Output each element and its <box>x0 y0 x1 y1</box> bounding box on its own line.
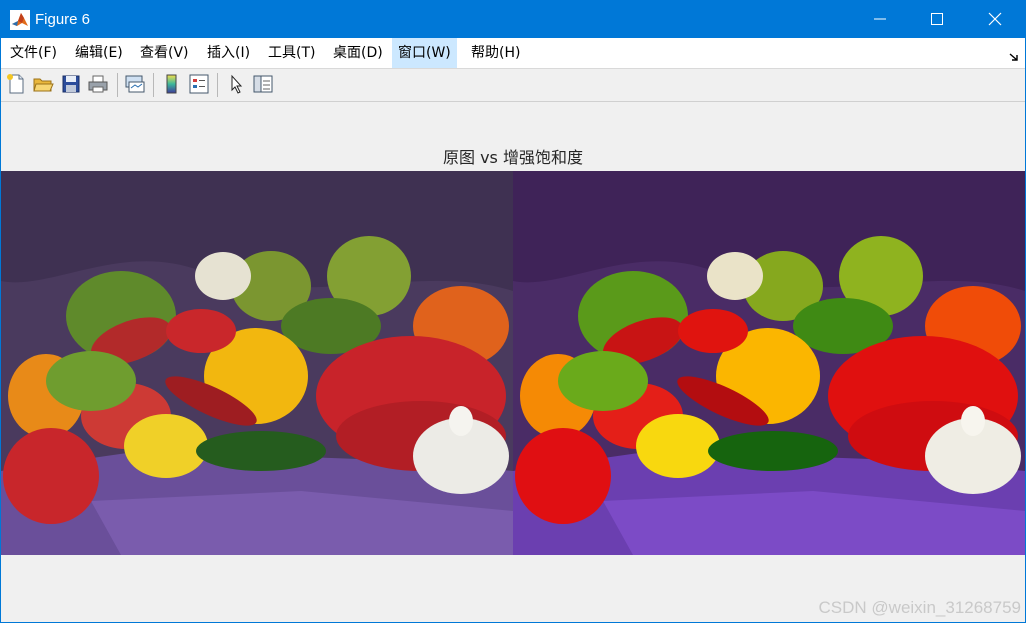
maximize-icon <box>931 13 943 25</box>
figure-canvas[interactable]: 原图 vs 增强饱和度 CSDN @weixin_31268759 <box>1 102 1025 622</box>
print-icon[interactable] <box>87 73 109 95</box>
toolbar-separator <box>217 73 218 97</box>
enhanced-saturation-image[interactable] <box>513 171 1025 555</box>
toolbar <box>1 69 1025 102</box>
menu-view[interactable]: 查看(V) <box>134 38 195 68</box>
open-file-icon[interactable] <box>32 73 54 95</box>
select-pointer-icon[interactable] <box>225 73 247 95</box>
title-bar[interactable]: Figure 6 <box>1 1 1025 38</box>
close-icon <box>988 12 1002 26</box>
menu-desktop[interactable]: 桌面(D) <box>327 38 389 68</box>
plot-title: 原图 vs 增强饱和度 <box>443 148 583 167</box>
menu-tools[interactable]: 工具(T) <box>262 38 321 68</box>
menu-edit[interactable]: 编辑(E) <box>69 38 129 68</box>
original-image[interactable] <box>1 171 513 555</box>
watermark-text: CSDN @weixin_31268759 <box>818 598 1021 617</box>
close-button[interactable] <box>966 1 1024 38</box>
save-icon[interactable] <box>60 73 82 95</box>
legend-icon[interactable] <box>188 73 210 95</box>
menu-file[interactable]: 文件(F) <box>4 38 63 68</box>
dock-arrow-icon[interactable] <box>1009 47 1019 61</box>
toolbar-separator <box>117 73 118 97</box>
matlab-logo-icon <box>10 10 30 30</box>
new-figure-icon[interactable] <box>5 73 27 95</box>
menu-insert[interactable]: 插入(I) <box>201 38 256 68</box>
toolbar-separator <box>153 73 154 97</box>
maximize-button[interactable] <box>908 1 966 38</box>
link-plot-icon[interactable] <box>124 73 146 95</box>
menu-help[interactable]: 帮助(H) <box>465 38 526 68</box>
menu-window[interactable]: 窗口(W) <box>392 38 457 68</box>
minimize-button[interactable] <box>851 1 909 38</box>
figure-window: Figure 6 文件(F) 编辑(E) 查看(V) 插入(I) 工具(T) 桌… <box>0 0 1026 623</box>
minimize-icon <box>874 18 886 20</box>
property-inspector-icon[interactable] <box>252 73 274 95</box>
menu-bar: 文件(F) 编辑(E) 查看(V) 插入(I) 工具(T) 桌面(D) 窗口(W… <box>1 38 1025 69</box>
window-title: Figure 6 <box>35 11 91 28</box>
colorbar-icon[interactable] <box>161 73 183 95</box>
